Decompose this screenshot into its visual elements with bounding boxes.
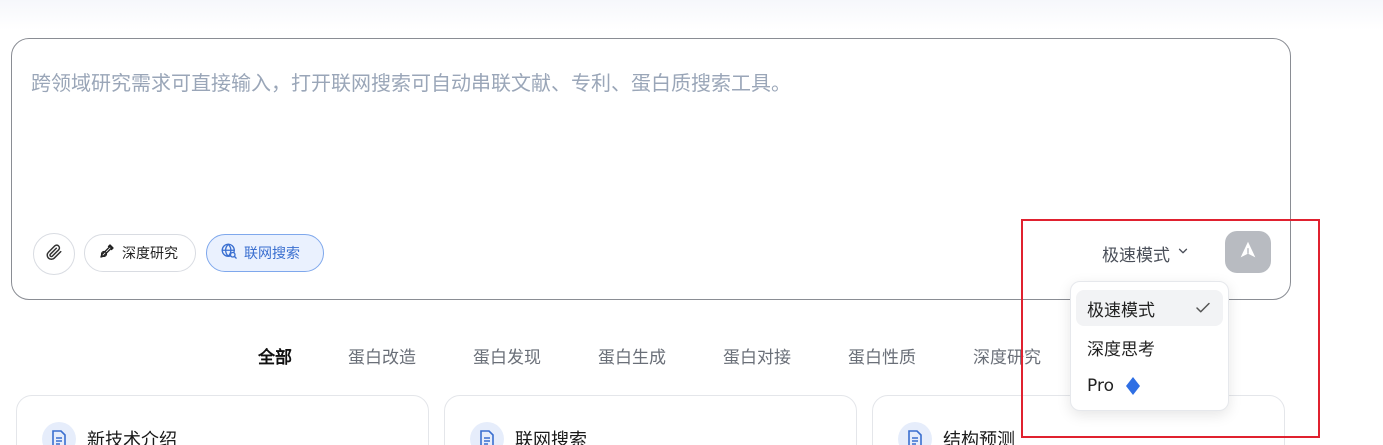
document-icon bbox=[42, 422, 76, 445]
card-title: 联网搜索 bbox=[515, 430, 587, 445]
mode-option-label: Pro bbox=[1087, 376, 1114, 396]
deep-research-label: 深度研究 bbox=[122, 246, 178, 262]
mode-selector-label: 极速模式 bbox=[1102, 245, 1170, 266]
mode-option-label: 深度思考 bbox=[1087, 339, 1155, 360]
tab-protein-docking[interactable]: 蛋白对接 bbox=[723, 344, 791, 372]
top-gradient bbox=[0, 0, 1383, 30]
card-new-tech[interactable]: 新技术介绍 bbox=[16, 395, 429, 445]
card-web-search[interactable]: 联网搜索 bbox=[444, 395, 857, 445]
tab-protein-properties[interactable]: 蛋白性质 bbox=[848, 344, 916, 372]
attach-button[interactable] bbox=[33, 233, 75, 275]
mode-option-pro[interactable]: Pro bbox=[1076, 368, 1223, 404]
mode-selector[interactable]: 极速模式 bbox=[1102, 239, 1190, 267]
mode-dropdown-menu: 极速模式 深度思考 Pro bbox=[1070, 281, 1229, 411]
send-button[interactable] bbox=[1225, 231, 1271, 273]
deep-research-button[interactable]: 深度研究 bbox=[84, 234, 196, 272]
tab-deep-research[interactable]: 深度研究 bbox=[973, 344, 1041, 372]
document-icon bbox=[898, 422, 932, 445]
send-arrow-icon bbox=[1237, 239, 1259, 265]
chevron-down-icon bbox=[1176, 243, 1190, 263]
mode-option-label: 极速模式 bbox=[1087, 300, 1155, 321]
tab-protein-discovery[interactable]: 蛋白发现 bbox=[473, 344, 541, 372]
document-icon bbox=[470, 422, 504, 445]
research-pen-icon bbox=[98, 242, 116, 264]
paperclip-icon bbox=[45, 243, 63, 265]
diamond-icon bbox=[1125, 377, 1140, 395]
tab-all[interactable]: 全部 bbox=[258, 344, 292, 372]
web-search-toggle[interactable]: 联网搜索 bbox=[206, 234, 324, 272]
globe-search-icon bbox=[220, 242, 238, 264]
check-icon bbox=[1194, 299, 1212, 322]
prompt-input-card: 深度研究 联网搜索 极速模式 bbox=[11, 38, 1291, 300]
prompt-input[interactable] bbox=[31, 67, 1261, 217]
card-title: 结构预测 bbox=[943, 430, 1015, 445]
mode-option-fast[interactable]: 极速模式 bbox=[1076, 290, 1223, 326]
card-title: 新技术介绍 bbox=[87, 430, 177, 445]
tab-protein-engineering[interactable]: 蛋白改造 bbox=[348, 344, 416, 372]
web-search-label: 联网搜索 bbox=[244, 246, 300, 262]
mode-option-deep-think[interactable]: 深度思考 bbox=[1076, 329, 1223, 365]
tab-protein-generation[interactable]: 蛋白生成 bbox=[598, 344, 666, 372]
